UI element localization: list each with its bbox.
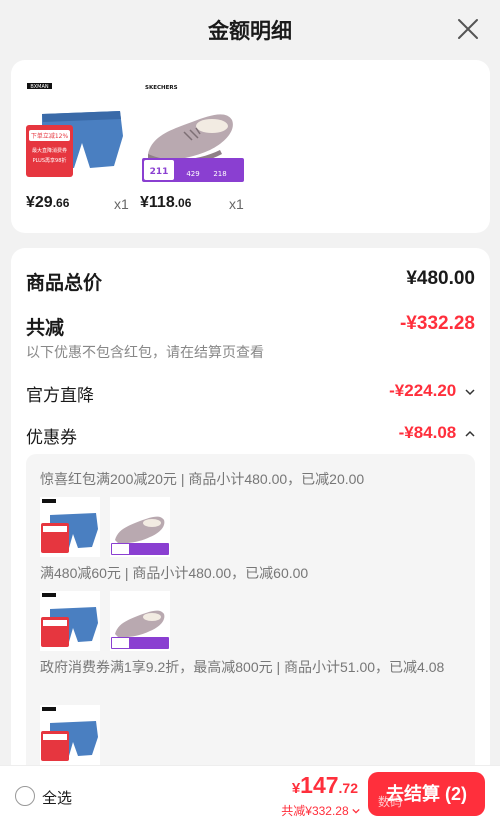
thumb-underwear	[40, 705, 100, 765]
watermark: 数码	[378, 795, 403, 809]
discount-note: 以下优惠不包含红包，请在结算页查看	[26, 344, 264, 360]
price-integer: ¥29	[26, 194, 53, 211]
product-card: BXMAN 下单立减12% 最大直降消费券 PLUS再享98折 ¥29.66 x…	[11, 60, 490, 233]
price-detail-card: 商品总价 ¥480.00 共减 -¥332.28 以下优惠不包含红包，请在结算页…	[11, 248, 490, 778]
coupon-product-thumb	[40, 705, 100, 765]
thumb-shoe	[110, 591, 170, 651]
coupon-line: 惊喜红包满200减20元 | 商品小计480.00，已减20.00	[40, 471, 365, 487]
select-all-radio[interactable]	[15, 786, 35, 806]
official-discount-row[interactable]: 官方直降 -¥224.20	[26, 381, 475, 406]
brand-logo-skechers: SKECHERS	[145, 85, 178, 91]
promo-number: 211	[150, 167, 169, 177]
thumb-underwear	[40, 591, 100, 651]
coupon-product-thumb	[110, 497, 170, 557]
saved-amount[interactable]: 共减¥332.28	[281, 802, 360, 819]
thumb-underwear	[40, 497, 100, 557]
currency-symbol: ¥	[291, 780, 301, 797]
product-price: ¥118.06	[140, 194, 191, 212]
check-icon	[218, 91, 232, 102]
total-label: 商品总价	[26, 273, 103, 294]
total-integer: 147	[300, 772, 339, 798]
official-discount-label: 官方直降	[26, 386, 94, 405]
coupon-detail-panel: 惊喜红包满200减20元 | 商品小计480.00，已减20.00 满480减6…	[26, 454, 475, 778]
coupon-product-thumb	[40, 591, 100, 651]
coupon-label: 优惠券	[26, 428, 77, 447]
promo-badge-line: 最大直降消费券	[32, 147, 67, 154]
coupon-line: 政府消费券满1享9.2折，最高减800元 | 商品小计51.00，已减4.08	[40, 659, 445, 675]
total-decimal: .72	[338, 780, 358, 796]
coupon-value: -¥84.08	[398, 423, 457, 442]
price-decimal: .66	[52, 196, 70, 210]
check-icon	[103, 91, 117, 102]
promo-badge-line: 下单立减12%	[31, 132, 69, 140]
promo-number: 218	[213, 170, 226, 178]
checkout-bar: 全选 ¥147.72 共减¥332.28 去结算 (2) 数码	[0, 765, 500, 820]
price-integer: ¥118	[140, 194, 175, 211]
product-quantity: x1	[114, 196, 129, 212]
chevron-down-icon[interactable]	[465, 387, 475, 397]
thumb-shoe	[110, 497, 170, 557]
official-discount-amount: -¥224.20	[389, 381, 475, 401]
brand-logo-bxman: BXMAN	[30, 84, 49, 90]
saved-text: 共减¥332.28	[281, 804, 349, 818]
discount-row: 共减 -¥332.28	[26, 313, 475, 340]
discount-value: -¥332.28	[399, 313, 475, 334]
price-decimal: .06	[174, 196, 192, 210]
coupon-amount: -¥84.08	[399, 423, 475, 443]
selected-check[interactable]	[216, 87, 234, 110]
page-title: 金额明细	[208, 20, 292, 43]
total-payable: ¥147.72	[292, 772, 358, 799]
selected-check[interactable]	[101, 87, 119, 110]
total-row: 商品总价 ¥480.00	[26, 268, 475, 295]
promo-badge-line: PLUS再享98折	[33, 157, 67, 164]
sheet-header: 金额明细	[0, 0, 500, 58]
total-value: ¥480.00	[406, 268, 475, 289]
product-quantity: x1	[229, 196, 244, 212]
product-price: ¥29.66	[26, 194, 69, 212]
official-discount-value: -¥224.20	[389, 381, 457, 400]
coupon-line: 满480减60元 | 商品小计480.00，已减60.00	[40, 565, 309, 581]
chevron-down-icon	[352, 808, 360, 814]
chevron-up-icon[interactable]	[465, 429, 475, 439]
coupon-row[interactable]: 优惠券 -¥84.08	[26, 423, 475, 448]
promo-number: 429	[186, 170, 199, 178]
coupon-product-thumb	[40, 497, 100, 557]
select-all-label[interactable]: 全选	[42, 787, 72, 808]
discount-label: 共减	[26, 318, 65, 339]
close-icon[interactable]	[456, 17, 480, 41]
coupon-product-thumb	[110, 591, 170, 651]
